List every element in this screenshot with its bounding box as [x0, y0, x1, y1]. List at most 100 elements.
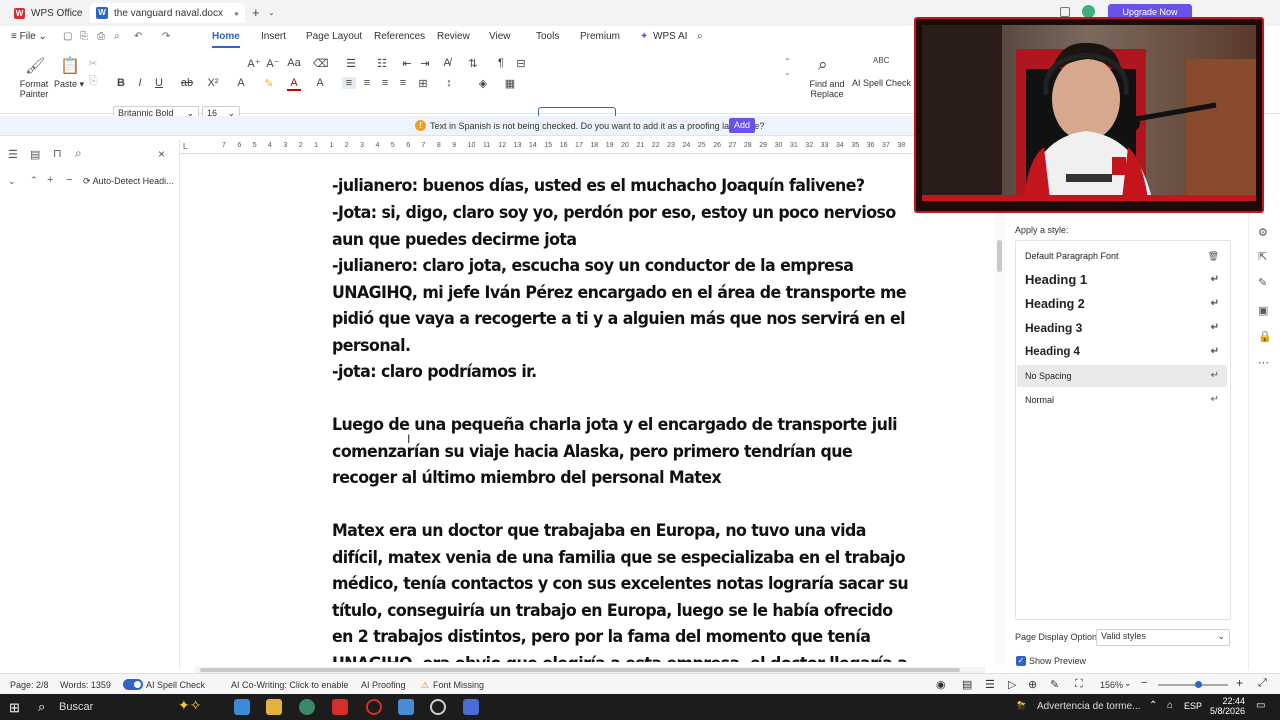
web-view-icon[interactable]: ⊕: [1028, 678, 1037, 691]
format-painter-button[interactable]: Format Painter: [14, 79, 54, 99]
more-icon[interactable]: ⋯: [1258, 356, 1269, 369]
font-color-icon[interactable]: A: [287, 77, 301, 91]
tab-review[interactable]: Review: [437, 31, 470, 42]
tab-home[interactable]: Home: [212, 31, 240, 48]
cut-icon[interactable]: ✂: [86, 57, 100, 70]
paragraph[interactable]: Luego de una pequeña charla jota y el en…: [332, 412, 913, 492]
weather-text[interactable]: Advertencia de torme...: [1037, 701, 1140, 712]
write-icon[interactable]: ✎: [1050, 678, 1059, 691]
zoom-out-button[interactable]: −: [1141, 677, 1147, 689]
style-heading-4[interactable]: Heading 4 ↵: [1017, 341, 1227, 363]
clear-format-icon[interactable]: ⌫: [313, 57, 329, 70]
distributed-icon[interactable]: ⊞: [416, 77, 430, 90]
tab-references[interactable]: References: [374, 31, 425, 42]
redo-icon[interactable]: ↷: [162, 31, 170, 42]
align-center-icon[interactable]: ≡: [360, 77, 374, 89]
lock-icon[interactable]: 🔒: [1258, 330, 1272, 343]
save-icon[interactable]: ▢: [63, 31, 72, 42]
search-icon[interactable]: ⌕: [38, 699, 45, 715]
app-icon[interactable]: [463, 699, 479, 715]
network-icon[interactable]: ⌂: [1167, 700, 1173, 711]
chevron-up-icon[interactable]: ⌃: [1149, 700, 1157, 711]
taskbar-search[interactable]: Buscar: [59, 701, 93, 713]
text-effect-icon[interactable]: A: [234, 77, 248, 89]
align-right-icon[interactable]: ≡: [378, 77, 392, 89]
ai-cowriting-button[interactable]: AI Co-Writing: Click to enable: [231, 680, 348, 690]
justify-icon[interactable]: ≡: [396, 77, 410, 89]
zoom-dropdown-icon[interactable]: ⌄: [1124, 678, 1132, 689]
sort-icon[interactable]: ⇅: [466, 57, 480, 70]
change-case-icon[interactable]: Aa: [287, 57, 301, 69]
decrease-font-icon[interactable]: A⁻: [266, 57, 280, 70]
opera-icon[interactable]: [366, 699, 382, 715]
paragraph[interactable]: Matex era un doctor que trabajaba en Eur…: [332, 518, 913, 662]
add-heading-icon[interactable]: +: [47, 174, 53, 186]
style-heading-3[interactable]: Heading 3 ↵: [1017, 317, 1227, 339]
ai-spell-check-button[interactable]: AI Spell Check: [852, 78, 911, 88]
bookmark-icon[interactable]: ⊓: [53, 147, 62, 160]
style-heading-2[interactable]: Heading 2 ↵: [1017, 293, 1227, 315]
horizontal-ruler[interactable]: 7 6 5 4 3 2 1 1 2 3 4 5 6 7 8 9 10 11 12 13 14 15 16 17 18 19 20 21…: [180, 140, 915, 154]
zoom-in-button[interactable]: +: [1236, 676, 1243, 690]
windows-start-icon[interactable]: ⊞: [9, 700, 20, 716]
tab-insert[interactable]: Insert: [261, 31, 286, 42]
chinese-layout-icon[interactable]: A̸: [440, 57, 454, 69]
browser-icon[interactable]: [299, 699, 315, 715]
close-icon[interactable]: ×: [158, 147, 165, 161]
language-indicator[interactable]: ESP: [1184, 701, 1202, 711]
vertical-scrollbar[interactable]: [995, 140, 1005, 665]
search-icon[interactable]: ⌕: [697, 31, 703, 42]
copy-icon[interactable]: ⎘: [86, 75, 100, 88]
outline-icon[interactable]: ☰: [8, 148, 18, 161]
play-icon[interactable]: ▷: [1008, 678, 1016, 691]
page-indicator[interactable]: Page: 2/8: [10, 680, 49, 690]
remove-heading-icon[interactable]: −: [66, 174, 72, 186]
show-preview-checkbox[interactable]: ✓: [1016, 656, 1026, 666]
style-default-paragraph-font[interactable]: Default Paragraph Font 🗑: [1017, 245, 1227, 267]
gallery-up-icon[interactable]: ⌃: [784, 57, 791, 66]
new-tab-button[interactable]: +: [252, 5, 260, 20]
tab-page-layout[interactable]: Page Layout: [306, 31, 362, 42]
window-layout-icon[interactable]: [1060, 7, 1070, 17]
ai-spell-check-label[interactable]: AI Spell Check: [146, 680, 205, 690]
format-painter-icon[interactable]: 🖌: [25, 56, 45, 76]
paragraph[interactable]: -jota: claro podríamos ir.: [332, 359, 913, 386]
tab-stop-selector[interactable]: L: [183, 142, 187, 151]
add-proofing-language-button[interactable]: Add: [729, 118, 755, 133]
zoom-slider-handle[interactable]: [1195, 681, 1202, 688]
find-replace-button[interactable]: Find and Replace: [806, 79, 848, 99]
gallery-down-icon[interactable]: ⌄: [784, 68, 791, 77]
char-border-icon[interactable]: A: [313, 77, 327, 89]
fullscreen-icon[interactable]: ⤢: [1258, 677, 1267, 690]
image-icon[interactable]: ▣: [1258, 304, 1268, 317]
copilot-icon[interactable]: [234, 699, 250, 715]
style-normal[interactable]: Normal ↵: [1017, 389, 1227, 411]
pen-icon[interactable]: ✎: [1258, 276, 1267, 289]
wps-office-icon[interactable]: [332, 699, 348, 715]
fit-page-icon[interactable]: ⛶: [1075, 678, 1083, 691]
indent-icon[interactable]: ⇥: [418, 57, 432, 70]
bullets-icon[interactable]: ☰: [344, 57, 358, 70]
superscript-icon[interactable]: X²: [206, 77, 220, 89]
word-count[interactable]: Words: 1359: [60, 680, 111, 690]
strikethrough-icon[interactable]: ab: [180, 77, 194, 89]
outdent-icon[interactable]: ⇤: [400, 57, 414, 70]
italic-icon[interactable]: I: [133, 77, 147, 89]
obs-icon[interactable]: [430, 699, 446, 715]
underline-icon[interactable]: U: [152, 77, 166, 89]
tab-stops-icon[interactable]: ⊟: [514, 57, 528, 70]
paragraph[interactable]: -julianero: claro jota, escucha soy un c…: [332, 253, 913, 359]
tab-view[interactable]: View: [489, 31, 511, 42]
print-icon[interactable]: ⎙: [97, 31, 105, 42]
align-left-icon[interactable]: ≡: [342, 77, 356, 89]
style-no-spacing[interactable]: No Spacing ↵: [1017, 365, 1227, 387]
scroll-thumb[interactable]: [997, 240, 1002, 272]
font-missing-button[interactable]: Font Missing: [433, 680, 484, 690]
trash-icon[interactable]: 🗑: [1208, 245, 1219, 267]
print-preview-icon[interactable]: ⌕: [114, 31, 120, 42]
notifications-icon[interactable]: ▭: [1256, 700, 1265, 711]
bold-icon[interactable]: B: [114, 77, 128, 89]
auto-detect-headings-button[interactable]: ⟳ Auto-Detect Headi...: [83, 176, 174, 187]
export-icon[interactable]: ⎘: [80, 31, 88, 42]
thumbnail-icon[interactable]: ▤: [30, 148, 40, 161]
